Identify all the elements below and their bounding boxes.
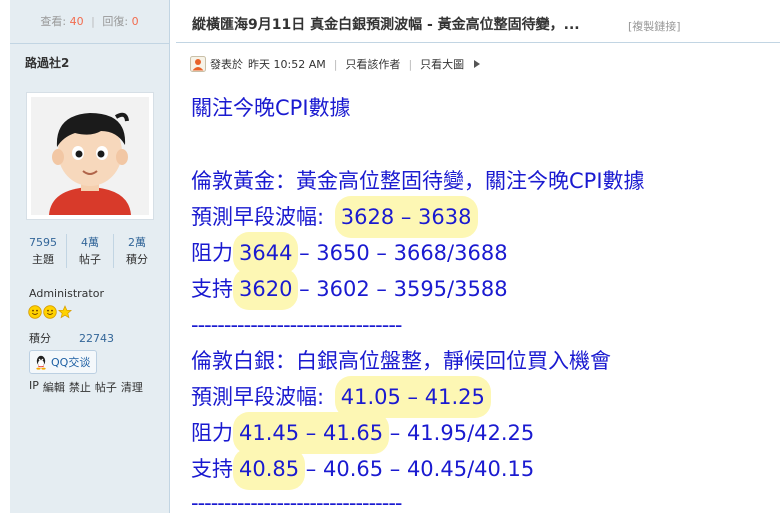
stat-points[interactable]: 2萬 積分 — [113, 234, 160, 268]
post-meta: 發表於 昨天 10:52 AM | 只看該作者 | 只看大圖 — [190, 54, 770, 74]
silver-support-label: 支持 — [191, 457, 233, 481]
gold-resistance-highlight: 3644 — [232, 232, 299, 274]
divider: | — [408, 57, 413, 71]
stat-label: 帖子 — [79, 253, 101, 266]
silver-resistance-label: 阻力 — [191, 421, 233, 445]
user-sidebar: 查看: 40 | 回復: 0 路過社2 7595 主題 4萬 帖子 2萬 積分 … — [10, 0, 170, 513]
gold-title: 倫敦黃金：黃金高位整固待變，關注今晚CPI數據 — [191, 169, 645, 193]
silver-support-highlight: 40.85 — [232, 448, 306, 490]
reply-label: 回復: — [102, 15, 129, 28]
avatar[interactable] — [26, 92, 154, 220]
points-label: 積分 — [29, 332, 51, 345]
avatar-cartoon-icon — [31, 97, 149, 215]
sun-rank-icon — [43, 305, 57, 319]
admin-link-posts[interactable]: 帖子 — [95, 379, 117, 395]
silver-support-line: 支持 40.85 – 40.65 – 40.45/40.15 — [191, 448, 535, 490]
username-link[interactable]: 路過社2 — [25, 54, 69, 71]
forum-post-page: 查看: 40 | 回復: 0 路過社2 7595 主題 4萬 帖子 2萬 積分 … — [0, 0, 780, 515]
qq-penguin-icon — [36, 355, 46, 370]
stat-posts[interactable]: 4萬 帖子 — [66, 234, 113, 268]
stat-label: 積分 — [126, 253, 148, 266]
admin-link-edit[interactable]: 編輯 — [43, 379, 65, 395]
user-level-icons — [28, 305, 72, 319]
thread-title-bar: 縱橫匯海9月11日 真金白銀預測波幅 - 黃金高位整固待變，... [複製鏈接] — [176, 0, 780, 43]
user-stats: 7595 主題 4萬 帖子 2萬 積分 — [20, 234, 160, 268]
silver-resistance-rest: – 41.95/42.25 — [383, 421, 535, 445]
large-image-link[interactable]: 只看大圖 — [420, 56, 464, 72]
silver-support-rest: – 40.65 – 40.45/40.15 — [299, 457, 535, 481]
silver-resistance-highlight: 41.45 – 41.65 — [232, 412, 390, 454]
author-only-link[interactable]: 只看該作者 — [345, 56, 400, 72]
posted-label: 發表於 — [210, 58, 243, 71]
points-value: 22743 — [79, 332, 114, 345]
post-heading: 關注今晚CPI數據 — [191, 96, 351, 120]
stat-value: 7595 — [29, 236, 57, 249]
gold-support-highlight: 3620 — [232, 268, 299, 310]
star-rank-icon — [58, 305, 72, 319]
gold-resistance-line: 阻力 3644 – 3650 – 3668/3688 — [191, 232, 508, 274]
reply-count: 0 — [131, 15, 139, 28]
stat-threads[interactable]: 7595 主題 — [20, 234, 66, 268]
user-role[interactable]: Administrator — [29, 287, 104, 300]
gold-support-line: 支持 3620 – 3602 – 3595/3588 — [191, 268, 508, 310]
admin-link-ip[interactable]: IP — [29, 379, 39, 395]
thread-title: 縱橫匯海9月11日 真金白銀預測波幅 - 黃金高位整固待變，... — [192, 17, 580, 33]
gold-range-line: 預測早段波幅: 3628 – 3638 — [191, 196, 478, 238]
gold-range-label: 預測早段波幅: — [191, 205, 325, 229]
admin-link-clean[interactable]: 清理 — [121, 379, 143, 395]
sun-rank-icon — [28, 305, 42, 319]
view-count: 40 — [69, 15, 84, 28]
stat-value: 2萬 — [128, 236, 146, 249]
admin-links: IP 編輯 禁止 帖子 清理 — [29, 379, 143, 395]
view-label: 查看: — [40, 15, 67, 28]
section-divider: -------------------------------- — [191, 491, 402, 515]
posted-time: 昨天 10:52 AM — [248, 58, 326, 71]
gold-resistance-rest: – 3650 – 3668/3688 — [292, 241, 508, 265]
gold-range-value: 3628 – 3638 — [334, 196, 478, 238]
stat-value: 4萬 — [81, 236, 99, 249]
stat-label: 主題 — [32, 253, 54, 266]
silver-resistance-line: 阻力 41.45 – 41.65 – 41.95/42.25 — [191, 412, 535, 454]
play-arrow-icon[interactable] — [472, 59, 482, 69]
gold-resistance-label: 阻力 — [191, 241, 233, 265]
gold-support-label: 支持 — [191, 277, 233, 301]
silver-range-line: 預測早段波幅: 41.05 – 41.25 — [191, 376, 491, 418]
qq-chat-button[interactable]: QQ交谈 — [29, 350, 98, 374]
online-user-icon — [190, 56, 206, 72]
section-divider: -------------------------------- — [191, 313, 402, 337]
points-row: 積分 22743 — [29, 330, 114, 346]
silver-range-label: 預測早段波幅: — [191, 385, 325, 409]
copy-link-button[interactable]: [複製鏈接] — [628, 18, 681, 34]
divider: | — [91, 15, 95, 28]
gold-support-rest: – 3602 – 3595/3588 — [292, 277, 508, 301]
qq-chat-label: QQ交谈 — [51, 356, 91, 369]
admin-link-ban[interactable]: 禁止 — [69, 379, 91, 395]
silver-title: 倫敦白銀：白銀高位盤整，靜候回位買入機會 — [191, 349, 611, 373]
view-reply-counts: 查看: 40 | 回復: 0 — [10, 0, 169, 44]
divider: | — [333, 57, 338, 71]
silver-range-value: 41.05 – 41.25 — [334, 376, 491, 418]
